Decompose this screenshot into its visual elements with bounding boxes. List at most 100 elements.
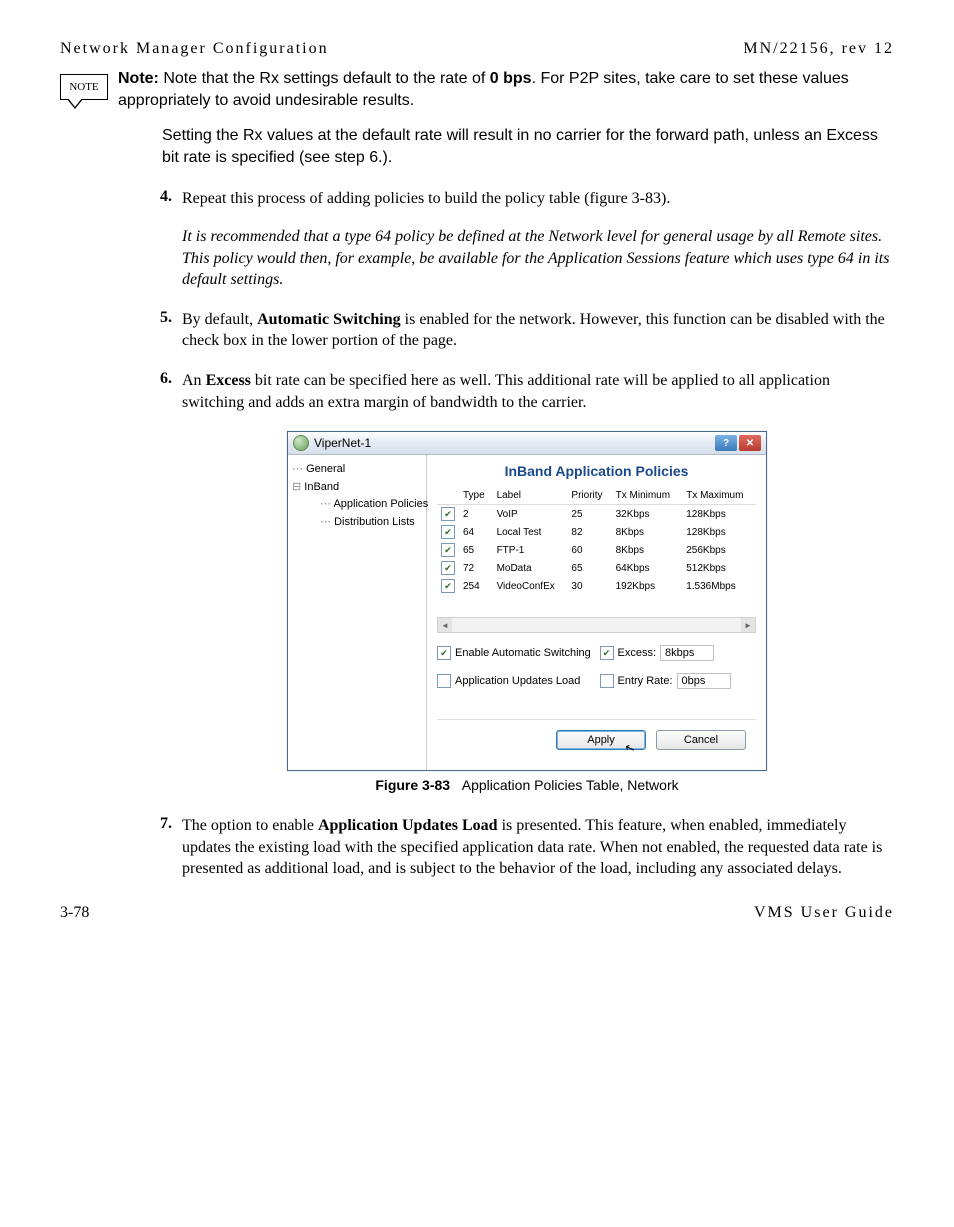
tree-inband[interactable]: ⊟ InBand bbox=[292, 479, 422, 497]
table-row[interactable]: ✔ 2VoIP2532Kbps128Kbps bbox=[437, 505, 756, 524]
page-footer: 3-78 VMS User Guide bbox=[60, 904, 894, 922]
entry-rate-checkbox[interactable] bbox=[600, 674, 614, 688]
content-body: 4. Repeat this process of adding policie… bbox=[160, 188, 894, 880]
cursor-icon: ↖ bbox=[623, 740, 637, 757]
cell-type: 254 bbox=[459, 577, 493, 595]
cell-label: FTP-1 bbox=[493, 541, 568, 559]
tree-app-policies[interactable]: Application Policies bbox=[292, 496, 422, 514]
row-checkbox[interactable]: ✔ bbox=[441, 507, 455, 521]
close-button[interactable]: ✕ bbox=[739, 435, 761, 451]
dialog-tree: General ⊟ InBand Application Policies Di… bbox=[288, 455, 427, 770]
note-icon: NOTE bbox=[60, 74, 108, 100]
dialog-title-left: ViperNet-1 bbox=[293, 435, 371, 451]
step-7: 7. The option to enable Application Upda… bbox=[160, 815, 894, 880]
col-txmax[interactable]: Tx Maximum bbox=[682, 487, 756, 505]
step-num-7: 7. bbox=[160, 815, 182, 880]
excess-label: Excess: bbox=[618, 647, 657, 659]
row-checkbox[interactable]: ✔ bbox=[441, 543, 455, 557]
policy-table: Type Label Priority Tx Minimum Tx Maximu… bbox=[437, 487, 756, 595]
note-para1: Note: Note that the Rx settings default … bbox=[118, 68, 894, 111]
footer-right: VMS User Guide bbox=[754, 904, 894, 922]
step-body-5: By default, Automatic Switching is enabl… bbox=[182, 309, 894, 352]
cancel-button[interactable]: Cancel bbox=[656, 730, 746, 750]
dialog: ViperNet-1 ? ✕ General ⊟ InBand Applicat… bbox=[287, 431, 767, 771]
note-para2: Setting the Rx values at the default rat… bbox=[162, 125, 894, 168]
options-row-2: Application Updates Load Entry Rate: 0bp… bbox=[437, 673, 756, 689]
note-block: NOTE Note: Note that the Rx settings def… bbox=[60, 68, 894, 168]
tree-dist-lists[interactable]: Distribution Lists bbox=[292, 514, 422, 532]
cell-type: 64 bbox=[459, 523, 493, 541]
dialog-title: ViperNet-1 bbox=[314, 436, 371, 450]
cell-txmin: 32Kbps bbox=[612, 505, 683, 524]
policy-table-header: Type Label Priority Tx Minimum Tx Maximu… bbox=[437, 487, 756, 505]
note-bold: 0 bps bbox=[490, 70, 532, 87]
table-row[interactable]: ✔ 65FTP-1608Kbps256Kbps bbox=[437, 541, 756, 559]
cell-txmax: 256Kbps bbox=[682, 541, 756, 559]
cell-type: 65 bbox=[459, 541, 493, 559]
table-row[interactable]: ✔72MoData6564Kbps512Kbps bbox=[437, 559, 756, 577]
cell-label: MoData bbox=[493, 559, 568, 577]
row-checkbox[interactable]: ✔ bbox=[441, 561, 455, 575]
row-checkbox[interactable]: ✔ bbox=[441, 525, 455, 539]
figure-caption: Figure 3-83 Application Policies Table, … bbox=[160, 777, 894, 793]
app-updates-checkbox[interactable] bbox=[437, 674, 451, 688]
page-header: Network Manager Configuration MN/22156, … bbox=[60, 40, 894, 58]
step-body-6: An Excess bit rate can be specified here… bbox=[182, 370, 894, 413]
cell-txmin: 8Kbps bbox=[612, 541, 683, 559]
cell-txmax: 128Kbps bbox=[682, 505, 756, 524]
cell-type: 2 bbox=[459, 505, 493, 524]
excess-checkbox[interactable]: ✔ bbox=[600, 646, 614, 660]
excess-input[interactable]: 8kbps bbox=[660, 645, 714, 661]
dialog-main: InBand Application Policies Type Label P… bbox=[427, 455, 766, 770]
step-num-6: 6. bbox=[160, 370, 182, 413]
col-priority[interactable]: Priority bbox=[567, 487, 611, 505]
cell-priority: 65 bbox=[567, 559, 611, 577]
dialog-heading: InBand Application Policies bbox=[437, 463, 756, 479]
tree-general[interactable]: General bbox=[292, 461, 422, 479]
col-label[interactable]: Label bbox=[493, 487, 568, 505]
entry-rate-input[interactable]: 0bps bbox=[677, 673, 731, 689]
cell-txmin: 8Kbps bbox=[612, 523, 683, 541]
help-button[interactable]: ? bbox=[715, 435, 737, 451]
enable-auto-checkbox[interactable]: ✔ bbox=[437, 646, 451, 660]
scroll-right-icon[interactable]: ► bbox=[741, 618, 755, 632]
note-icon-label: NOTE bbox=[69, 81, 98, 93]
cell-label: VideoConfEx bbox=[493, 577, 568, 595]
dialog-titlebar[interactable]: ViperNet-1 ? ✕ bbox=[288, 432, 766, 455]
step-5: 5. By default, Automatic Switching is en… bbox=[160, 309, 894, 352]
cell-txmax: 128Kbps bbox=[682, 523, 756, 541]
scroll-left-icon[interactable]: ◄ bbox=[438, 618, 452, 632]
cell-priority: 82 bbox=[567, 523, 611, 541]
note-label: Note: bbox=[118, 70, 159, 87]
col-type[interactable]: Type bbox=[459, 487, 493, 505]
cell-priority: 25 bbox=[567, 505, 611, 524]
table-row[interactable]: ✔254VideoConfEx30192Kbps1.536Mbps bbox=[437, 577, 756, 595]
footer-left: 3-78 bbox=[60, 904, 89, 922]
step-num-4: 4. bbox=[160, 188, 182, 290]
dialog-footer: Apply ↖ Cancel bbox=[437, 719, 756, 760]
entry-rate-label: Entry Rate: bbox=[618, 675, 673, 687]
header-right: MN/22156, rev 12 bbox=[743, 40, 894, 58]
step-6: 6. An Excess bit rate can be specified h… bbox=[160, 370, 894, 413]
apply-button[interactable]: Apply ↖ bbox=[556, 730, 646, 750]
cell-txmin: 192Kbps bbox=[612, 577, 683, 595]
row-checkbox[interactable]: ✔ bbox=[441, 579, 455, 593]
figure-text: Application Policies Table, Network bbox=[462, 777, 679, 793]
col-txmin[interactable]: Tx Minimum bbox=[612, 487, 683, 505]
cell-label: VoIP bbox=[493, 505, 568, 524]
note-text: Note: Note that the Rx settings default … bbox=[118, 68, 894, 168]
step-4-italic: It is recommended that a type 64 policy … bbox=[182, 226, 894, 291]
step-4: 4. Repeat this process of adding policie… bbox=[160, 188, 894, 290]
horizontal-scrollbar[interactable]: ◄ ► bbox=[437, 617, 756, 633]
dialog-window-buttons: ? ✕ bbox=[715, 435, 761, 451]
table-row[interactable]: ✔64Local Test828Kbps128Kbps bbox=[437, 523, 756, 541]
step-num-5: 5. bbox=[160, 309, 182, 352]
cell-txmax: 1.536Mbps bbox=[682, 577, 756, 595]
options-row-1: ✔ Enable Automatic Switching ✔ Excess: 8… bbox=[437, 645, 756, 661]
dialog-body: General ⊟ InBand Application Policies Di… bbox=[288, 455, 766, 770]
enable-auto-label: Enable Automatic Switching bbox=[455, 647, 591, 659]
cell-priority: 60 bbox=[567, 541, 611, 559]
step-body-4: Repeat this process of adding policies t… bbox=[182, 188, 894, 290]
header-left: Network Manager Configuration bbox=[60, 40, 329, 58]
cell-type: 72 bbox=[459, 559, 493, 577]
